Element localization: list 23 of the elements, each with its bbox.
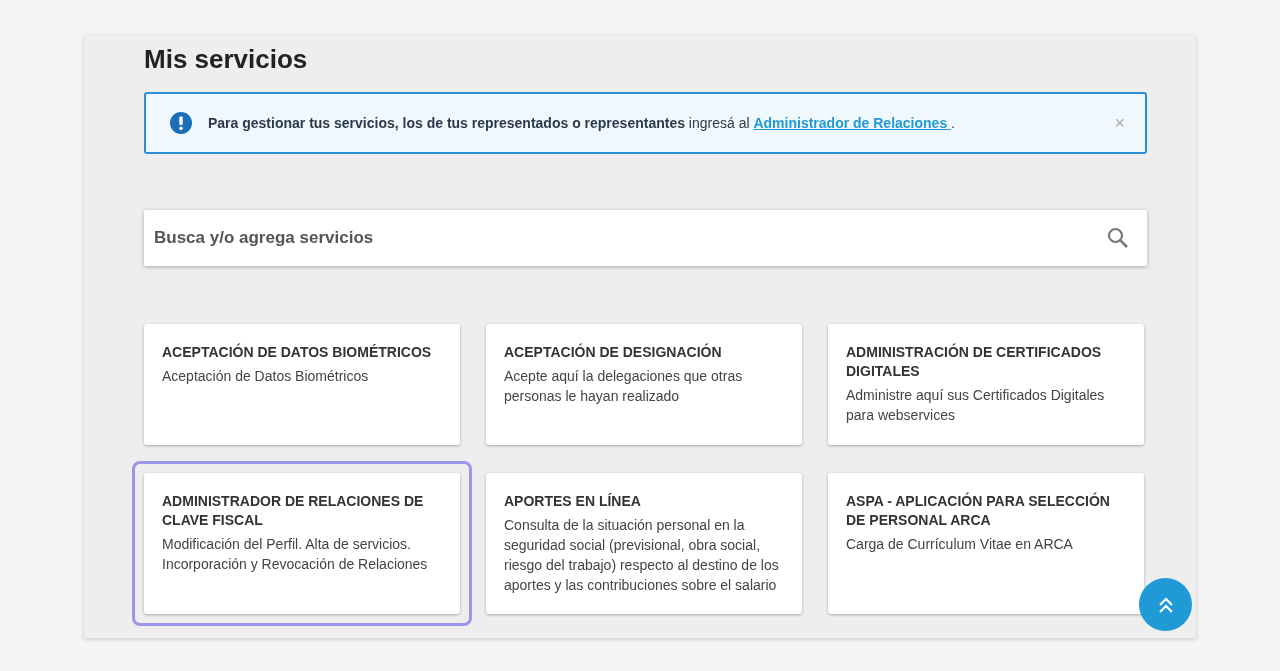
- search-field[interactable]: Busca y/o agrega servicios: [144, 210, 1147, 266]
- service-title: APORTES EN LÍNEA: [504, 492, 642, 511]
- service-title: ADMINISTRADOR DE RELACIONES DE CLAVE FISCAL: [162, 492, 425, 530]
- service-title: ASPA - APLICACIÓN PARA SELECCIÓN DE PERSONAL ARCA: [846, 492, 1111, 530]
- alert-message: Para gestionar tus servicios, los de tus representados o representantes ingresá al Administrador de Relaciones .: [208, 113, 956, 133]
- service-card[interactable]: ASPA - APLICACIÓN PARA SELECCIÓN DE PERSONAL ARCA Carga de Currículum Vitae en ARCA: [828, 473, 1144, 614]
- service-title: ACEPTACIÓN DE DATOS BIOMÉTRICOS: [162, 343, 433, 362]
- service-title: ACEPTACIÓN DE DESIGNACIÓN: [504, 343, 723, 362]
- search-icon[interactable]: [1107, 227, 1129, 249]
- service-card[interactable]: ACEPTACIÓN DE DATOS BIOMÉTRICOS Aceptación de Datos Biométricos: [144, 324, 460, 445]
- service-description: Consulta de la situación personal en la seguridad social (previsional, obra social, riesgo del trabajo) respecto al destino de los aportes y las contribuciones sobre el salario: [504, 516, 780, 595]
- service-card[interactable]: ADMINISTRACIÓN DE CERTIFICADOS DIGITALES Administre aquí sus Certificados Digitales para webservices: [828, 324, 1144, 445]
- service-description: Carga de Currículum Vitae en ARCA: [846, 535, 1074, 554]
- service-card[interactable]: ACEPTACIÓN DE DESIGNACIÓN Acepte aquí la delegaciones que otras personas le hayan realizado: [486, 324, 802, 445]
- service-card[interactable]: ADMINISTRADOR DE RELACIONES DE CLAVE FISCAL Modificación del Perfil. Alta de servicios. Incorporación y Revocación de Relaciones: [144, 473, 460, 614]
- service-description: Administre aquí sus Certificados Digitales para webservices: [846, 386, 1106, 425]
- exclamation-icon: [170, 112, 192, 134]
- service-description: Acepte aquí la delegaciones que otras personas le hayan realizado: [504, 367, 744, 406]
- service-description: Aceptación de Datos Biométricos: [162, 367, 370, 386]
- page-title: Mis servicios: [144, 43, 309, 75]
- service-description: Modificación del Perfil. Alta de servicios. Incorporación y Revocación de Relaciones: [162, 535, 429, 574]
- service-title: ADMINISTRACIÓN DE CERTIFICADOS DIGITALES: [846, 343, 1103, 381]
- service-card[interactable]: APORTES EN LÍNEA Consulta de la situación personal en la seguridad social (previsional, obra social, riesgo del trabajo) respecto al destino de los aportes y las contribuciones sobre el salario: [486, 473, 802, 614]
